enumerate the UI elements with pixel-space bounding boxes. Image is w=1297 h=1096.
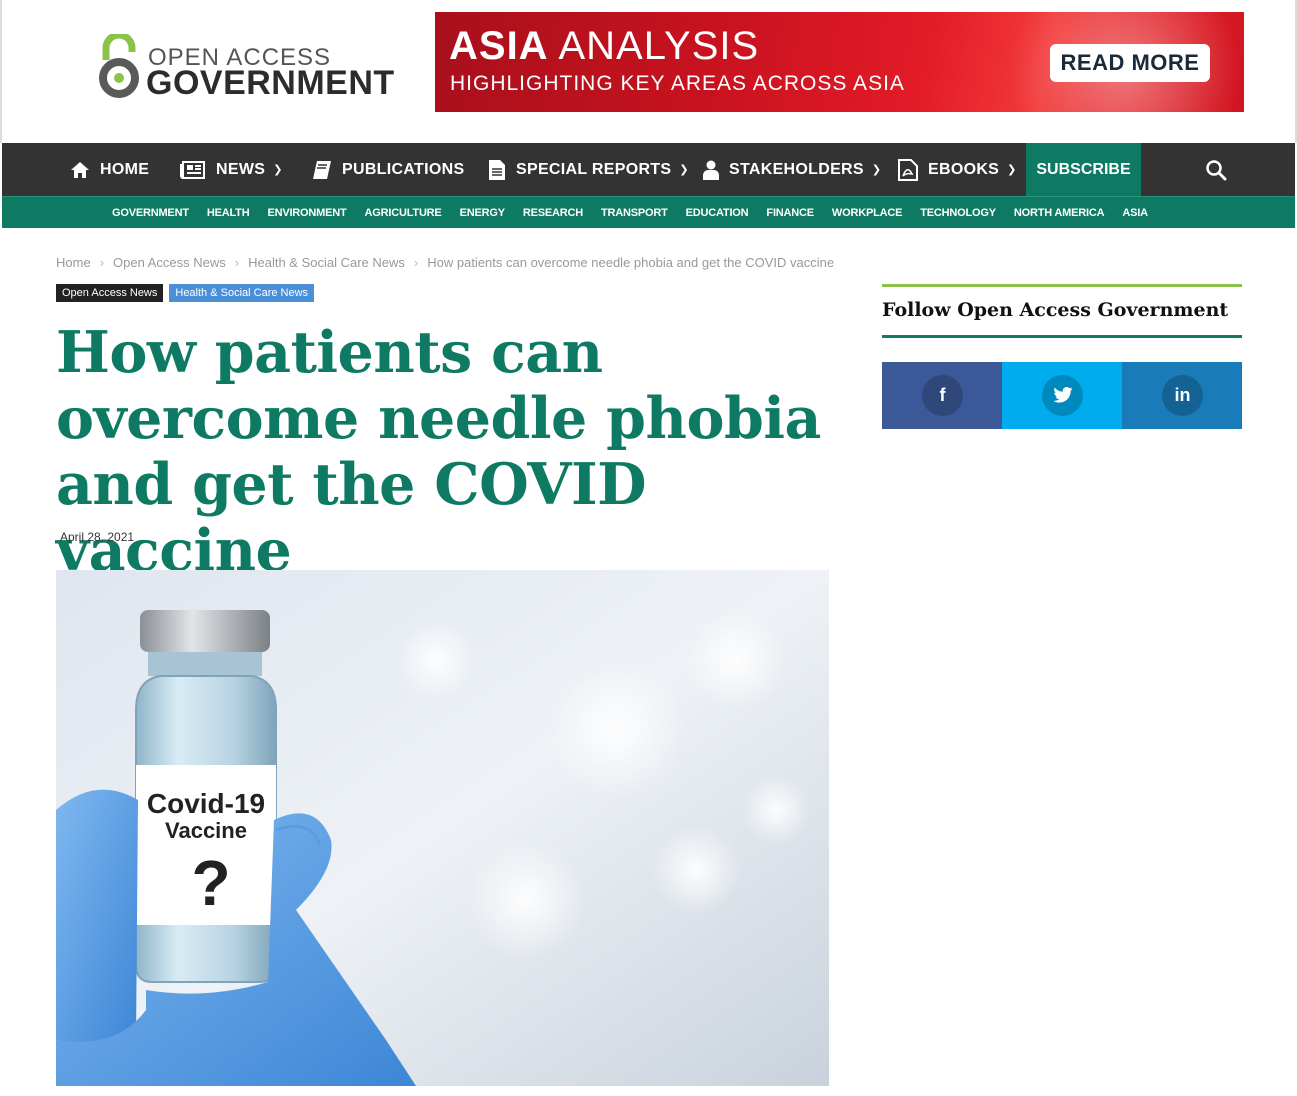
category-health[interactable]: HEALTH bbox=[207, 207, 250, 219]
tag-health-social-care[interactable]: Health & Social Care News bbox=[169, 284, 315, 302]
vaccine-vial-illustration: Covid-19 Vaccine ? bbox=[56, 570, 829, 1086]
twitter-icon bbox=[1042, 375, 1083, 416]
document-icon bbox=[489, 159, 505, 180]
search-icon[interactable] bbox=[1205, 159, 1227, 181]
vial-label-covid: Covid-19 bbox=[147, 788, 265, 819]
logo-text-bottom: GOVERNMENT bbox=[146, 64, 395, 102]
banner-title-bold: ASIA bbox=[449, 24, 549, 68]
category-environment[interactable]: ENVIRONMENT bbox=[267, 207, 346, 219]
home-icon bbox=[71, 161, 89, 178]
category-government[interactable]: GOVERNMENT bbox=[112, 207, 189, 219]
chevron-down-icon: ❯ bbox=[679, 164, 689, 176]
sidebar-bottom-rule bbox=[882, 335, 1242, 338]
nav-news-label: NEWS bbox=[216, 160, 266, 178]
nav-ebooks[interactable]: EBOOKS ❯ bbox=[898, 143, 1017, 196]
user-icon bbox=[703, 160, 719, 180]
site-header: OPEN ACCESS GOVERNMENT ASIA ANALYSIS HIG… bbox=[0, 0, 1297, 143]
article-tags: Open Access News Health & Social Care Ne… bbox=[56, 284, 320, 302]
nav-stakeholders[interactable]: STAKEHOLDERS ❯ bbox=[703, 143, 881, 196]
category-technology[interactable]: TECHNOLOGY bbox=[920, 207, 996, 219]
subscribe-button[interactable]: SUBSCRIBE bbox=[1026, 143, 1141, 196]
breadcrumb-open-access-news[interactable]: Open Access News bbox=[113, 255, 226, 270]
logo-lock-icon bbox=[99, 34, 139, 98]
breadcrumb-current: How patients can overcome needle phobia … bbox=[427, 255, 835, 270]
nav-ebooks-label: EBOOKS bbox=[928, 160, 1000, 178]
breadcrumb: Home › Open Access News › Health & Socia… bbox=[56, 255, 834, 270]
nav-home-label: HOME bbox=[100, 160, 150, 178]
category-education[interactable]: EDUCATION bbox=[686, 207, 749, 219]
chevron-down-icon: ❯ bbox=[273, 164, 283, 176]
newspaper-icon bbox=[180, 160, 205, 179]
category-agriculture[interactable]: AGRICULTURE bbox=[365, 207, 442, 219]
article-hero-image: Covid-19 Vaccine ? bbox=[56, 570, 829, 1086]
category-transport[interactable]: TRANSPORT bbox=[601, 207, 668, 219]
sidebar-follow-title: Follow Open Access Government bbox=[882, 299, 1229, 321]
nav-special-reports[interactable]: SPECIAL REPORTS ❯ bbox=[488, 143, 689, 196]
category-navigation: GOVERNMENT HEALTH ENVIRONMENT AGRICULTUR… bbox=[2, 196, 1295, 228]
banner-subtitle: HIGHLIGHTING KEY AREAS ACROSS ASIA bbox=[450, 72, 905, 95]
category-energy[interactable]: ENERGY bbox=[460, 207, 505, 219]
sidebar-top-rule bbox=[882, 284, 1242, 287]
book-icon bbox=[313, 160, 331, 179]
category-workplace[interactable]: WORKPLACE bbox=[832, 207, 903, 219]
breadcrumb-home[interactable]: Home bbox=[56, 255, 91, 270]
breadcrumb-health-social-care[interactable]: Health & Social Care News bbox=[248, 255, 405, 270]
read-more-button[interactable]: READ MORE bbox=[1050, 44, 1210, 82]
breadcrumb-separator: › bbox=[413, 255, 419, 270]
vial-label-vaccine: Vaccine bbox=[165, 818, 247, 843]
facebook-share-button[interactable]: f bbox=[882, 362, 1002, 429]
chevron-down-icon: ❯ bbox=[1007, 164, 1017, 176]
nav-news[interactable]: NEWS ❯ bbox=[180, 143, 283, 196]
nav-home[interactable]: HOME bbox=[70, 143, 149, 196]
linkedin-icon: in bbox=[1162, 375, 1203, 416]
twitter-share-button[interactable] bbox=[1002, 362, 1122, 429]
article-title: How patients can overcome needle phobia … bbox=[56, 319, 821, 584]
category-finance[interactable]: FINANCE bbox=[766, 207, 814, 219]
main-navigation: HOME NEWS ❯ PUBLICATIONS SPECIAL REPORTS… bbox=[2, 143, 1295, 196]
breadcrumb-separator: › bbox=[234, 255, 240, 270]
nav-publications-label: PUBLICATIONS bbox=[342, 160, 465, 178]
banner-title-rest: ANALYSIS bbox=[548, 24, 760, 68]
asia-analysis-banner-ad[interactable]: ASIA ANALYSIS HIGHLIGHTING KEY AREAS ACR… bbox=[435, 12, 1244, 112]
site-logo[interactable]: OPEN ACCESS GOVERNMENT bbox=[98, 30, 398, 102]
nav-stakeholders-label: STAKEHOLDERS bbox=[729, 160, 864, 178]
facebook-icon: f bbox=[922, 375, 963, 416]
chevron-down-icon: ❯ bbox=[871, 164, 882, 176]
pdf-icon bbox=[898, 158, 918, 181]
category-list: GOVERNMENT HEALTH ENVIRONMENT AGRICULTUR… bbox=[112, 197, 1166, 228]
vial-label-question: ? bbox=[191, 847, 230, 919]
nav-publications[interactable]: PUBLICATIONS bbox=[312, 143, 464, 196]
category-research[interactable]: RESEARCH bbox=[523, 207, 583, 219]
category-north-america[interactable]: NORTH AMERICA bbox=[1014, 207, 1105, 219]
category-asia[interactable]: ASIA bbox=[1122, 207, 1148, 219]
tag-open-access-news[interactable]: Open Access News bbox=[56, 284, 164, 302]
breadcrumb-separator: › bbox=[99, 255, 105, 270]
article-date: April 28, 2021 bbox=[60, 530, 135, 544]
linkedin-share-button[interactable]: in bbox=[1122, 362, 1242, 429]
banner-title: ASIA ANALYSIS bbox=[449, 24, 759, 69]
nav-special-reports-label: SPECIAL REPORTS bbox=[516, 160, 672, 178]
